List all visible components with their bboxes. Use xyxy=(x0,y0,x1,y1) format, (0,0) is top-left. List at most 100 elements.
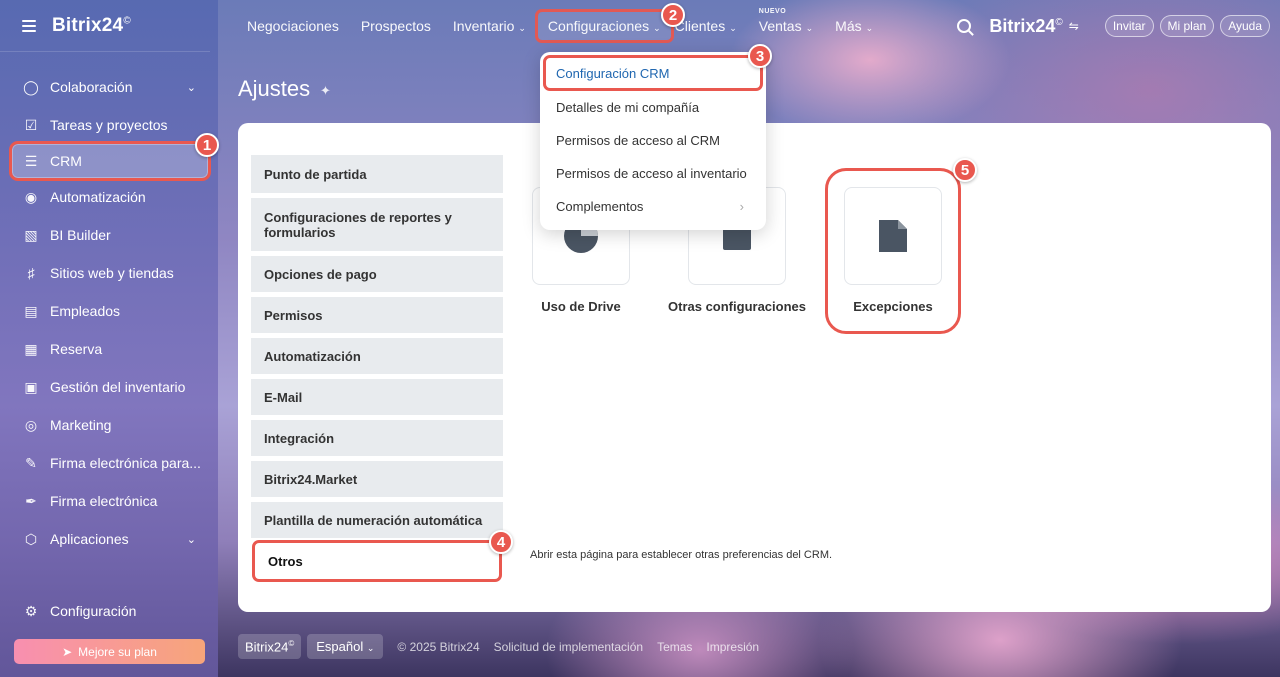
sidebar-item-automatizacion[interactable]: ◉ Automatización xyxy=(0,178,218,216)
menu-item-permisos-crm[interactable]: Permisos de acceso al CRM xyxy=(540,124,766,157)
tab-otros[interactable]: Otros xyxy=(252,540,502,582)
tile-excepciones[interactable]: Excepciones xyxy=(825,168,961,334)
sidebar-item-configuracion[interactable]: ⚙ Configuración xyxy=(0,592,218,630)
footer-copyright: © 2025 Bitrix24 xyxy=(397,639,480,654)
menu-item-permisos-inventario[interactable]: Permisos de acceso al inventario xyxy=(540,157,766,190)
sidebar-item-label: Reserva xyxy=(50,341,103,357)
sidebar-item-marketing[interactable]: ◎ Marketing xyxy=(0,406,218,444)
tab-label: Automatización xyxy=(264,348,361,364)
menu-item-configuracion-crm[interactable]: Configuración CRM xyxy=(543,55,763,91)
section-description: Abrir esta página para establecer otras … xyxy=(530,549,833,561)
tab-label: Bitrix24.Market xyxy=(264,471,358,487)
nav-label: Más xyxy=(835,18,862,34)
menu-item-detalles-compania[interactable]: Detalles de mi compañía xyxy=(540,91,766,124)
footer-brand[interactable]: Bitrix24© xyxy=(238,634,302,660)
menu-item-label: Permisos de acceso al CRM xyxy=(556,133,720,148)
tab-permisos[interactable]: Permisos xyxy=(251,297,503,333)
sliders-icon[interactable]: ⇋ xyxy=(1069,19,1079,33)
tab-punto-partida[interactable]: Punto de partida xyxy=(251,155,503,193)
sidebar-item-reserva[interactable]: ▦ Reserva xyxy=(0,330,218,368)
menu-item-complementos[interactable]: Complementos › xyxy=(540,190,766,223)
nav-configuraciones[interactable]: Configuraciones ⌄ xyxy=(534,9,674,43)
gear-icon: ⚙ xyxy=(24,602,38,619)
sidebar-item-label: Tareas y proyectos xyxy=(50,117,168,133)
tab-integracion[interactable]: Integración xyxy=(251,420,503,456)
sidebar-item-label: Sitios web y tiendas xyxy=(50,265,174,281)
tab-reportes-formularios[interactable]: Configuraciones de reportes y formulario… xyxy=(251,198,503,251)
sidebar-item-inventario[interactable]: ▣ Gestión del inventario xyxy=(0,368,218,406)
nav-label: Ventas xyxy=(758,18,802,34)
upgrade-plan-button[interactable]: ➤ Mejore su plan xyxy=(14,639,205,664)
crm-nav: Negociaciones Prospectos Inventario ⌄ Con… xyxy=(247,0,895,52)
language-selector[interactable]: Español ⌄ xyxy=(307,634,384,660)
configuraciones-dropdown: Configuración CRM Detalles de mi compañí… xyxy=(540,52,766,230)
chevron-down-icon[interactable]: ⌄ xyxy=(187,81,196,94)
tile-icon-box xyxy=(844,187,942,285)
nav-inventario[interactable]: Inventario ⌄ xyxy=(453,18,526,34)
new-tag: NUEVO xyxy=(758,8,787,15)
tab-automatizacion[interactable]: Automatización xyxy=(251,338,503,374)
checkbox-icon: ☑ xyxy=(24,116,38,133)
chevron-down-icon[interactable]: ⌄ xyxy=(187,533,196,546)
cart-icon: ♯ xyxy=(27,265,35,281)
bar-chart-icon: ▧ xyxy=(24,226,38,243)
brand-logo-top[interactable]: Bitrix24© xyxy=(989,16,1062,37)
sidebar-item-firma[interactable]: ✒ Firma electrónica xyxy=(0,482,218,520)
footer-link-implementacion[interactable]: Solicitud de implementación xyxy=(494,640,643,654)
sidebar-item-sitios[interactable]: ♯ Sitios web y tiendas xyxy=(0,254,218,292)
sidebar-item-label: Gestión del inventario xyxy=(50,379,186,395)
sidebar-item-empleados[interactable]: ▤ Empleados xyxy=(0,292,218,330)
warehouse-icon: ▣ xyxy=(24,378,38,395)
nav-mas[interactable]: Más ⌄ xyxy=(835,18,873,34)
tab-label: Opciones de pago xyxy=(264,266,377,282)
sidebar-item-label: Firma electrónica para... xyxy=(50,455,201,471)
sidebar-item-colaboracion[interactable]: ◯ Colaboración ⌄ xyxy=(0,68,218,106)
tab-label: Integración xyxy=(264,430,335,446)
tab-numeracion[interactable]: Plantilla de numeración automática xyxy=(251,502,503,538)
sidebar-item-bi-builder[interactable]: ▧ BI Builder xyxy=(0,216,218,254)
footer-link-impresion[interactable]: Impresión xyxy=(706,640,759,654)
id-card-icon: ▤ xyxy=(24,302,38,319)
menu-item-label: Detalles de mi compañía xyxy=(556,100,700,115)
menu-item-label: Complementos xyxy=(556,199,644,214)
pin-icon[interactable]: ✦ xyxy=(320,83,331,99)
tab-market[interactable]: Bitrix24.Market xyxy=(251,461,503,497)
brand-logo[interactable]: Bitrix24© xyxy=(52,15,131,37)
callout-badge-4: 4 xyxy=(489,530,513,554)
chat-bubbles-icon: ◯ xyxy=(23,78,39,95)
sidebar-item-tareas[interactable]: ☑ Tareas y proyectos xyxy=(0,106,218,144)
tab-opciones-pago[interactable]: Opciones de pago xyxy=(251,256,503,292)
my-plan-button[interactable]: Mi plan xyxy=(1159,15,1215,37)
upgrade-label: Mejore su plan xyxy=(78,644,157,659)
tab-label: Otros xyxy=(268,553,303,569)
tab-label: Permisos xyxy=(264,307,323,323)
nav-negociaciones[interactable]: Negociaciones xyxy=(247,18,339,34)
nav-clientes[interactable]: Clientes ⌄ xyxy=(675,18,737,34)
nav-label: Negociaciones xyxy=(247,18,339,34)
sidebar-item-label: Configuración xyxy=(50,603,137,619)
help-button[interactable]: Ayuda xyxy=(1220,15,1270,37)
top-navigation: Negociaciones Prospectos Inventario ⌄ Con… xyxy=(218,0,1280,52)
funnel-icon: ☰ xyxy=(24,152,38,169)
tab-email[interactable]: E-Mail xyxy=(251,379,503,415)
rocket-icon: ➤ xyxy=(62,644,73,659)
robot-icon: ◉ xyxy=(24,188,38,205)
sidebar-item-aplicaciones[interactable]: ⬡ Aplicaciones ⌄ xyxy=(0,520,218,558)
chevron-down-icon: ⌄ xyxy=(518,23,526,33)
nav-ventas[interactable]: NUEVO Ventas ⌄ xyxy=(758,8,813,34)
nav-prospectos[interactable]: Prospectos xyxy=(361,18,431,34)
menu-icon[interactable] xyxy=(22,19,36,32)
sidebar-item-label: Colaboración xyxy=(50,79,133,95)
nav-label: Configuraciones xyxy=(547,18,650,34)
footer-link-temas[interactable]: Temas xyxy=(657,640,692,654)
invite-button[interactable]: Invitar xyxy=(1104,15,1154,37)
sidebar-item-label: CRM xyxy=(50,153,82,169)
search-icon[interactable] xyxy=(957,19,972,33)
callout-badge-3: 3 xyxy=(748,44,772,68)
sidebar-item-firma-para[interactable]: ✎ Firma electrónica para... xyxy=(0,444,218,482)
top-right-controls: Bitrix24© ⇋ Invitar Mi plan Ayuda xyxy=(957,0,1270,52)
sidebar-item-crm[interactable]: ☰ CRM xyxy=(9,141,211,181)
tab-label: Configuraciones de reportes y formulario… xyxy=(264,209,452,240)
chevron-down-icon: ⌄ xyxy=(865,23,874,33)
callout-badge-5: 5 xyxy=(953,158,977,182)
